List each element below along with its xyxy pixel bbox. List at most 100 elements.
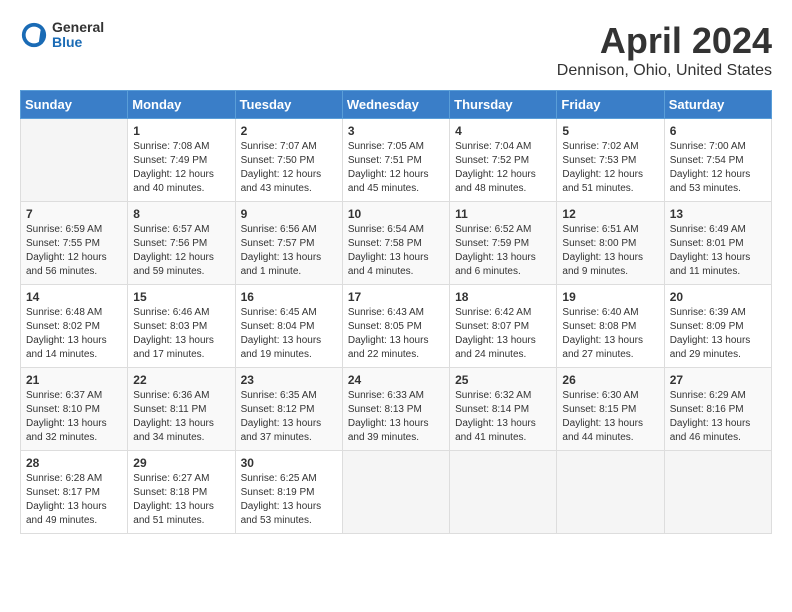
day-info: Sunrise: 6:28 AMSunset: 8:17 PMDaylight:…	[26, 472, 122, 528]
title-block: April 2024 Dennison, Ohio, United States	[557, 20, 772, 80]
day-info: Sunrise: 6:56 AMSunset: 7:57 PMDaylight:…	[241, 223, 337, 279]
calendar-cell: 23 Sunrise: 6:35 AMSunset: 8:12 PMDayligh…	[235, 368, 342, 451]
day-info: Sunrise: 6:57 AMSunset: 7:56 PMDaylight:…	[133, 223, 229, 279]
calendar-cell: 24 Sunrise: 6:33 AMSunset: 8:13 PMDayligh…	[342, 368, 449, 451]
logo-text: General Blue	[52, 20, 104, 51]
day-number: 2	[241, 124, 337, 138]
logo-icon	[20, 21, 48, 49]
calendar-cell: 22 Sunrise: 6:36 AMSunset: 8:11 PMDayligh…	[128, 368, 235, 451]
day-info: Sunrise: 6:51 AMSunset: 8:00 PMDaylight:…	[562, 223, 658, 279]
day-number: 20	[670, 290, 766, 304]
calendar-cell: 2 Sunrise: 7:07 AMSunset: 7:50 PMDaylight…	[235, 119, 342, 202]
day-number: 6	[670, 124, 766, 138]
calendar-cell: 10 Sunrise: 6:54 AMSunset: 7:58 PMDayligh…	[342, 202, 449, 285]
calendar-cell: 9 Sunrise: 6:56 AMSunset: 7:57 PMDaylight…	[235, 202, 342, 285]
day-number: 24	[348, 373, 444, 387]
header-row: SundayMondayTuesdayWednesdayThursdayFrid…	[21, 91, 772, 119]
day-number: 13	[670, 207, 766, 221]
day-info: Sunrise: 6:25 AMSunset: 8:19 PMDaylight:…	[241, 472, 337, 528]
header-day: Sunday	[21, 91, 128, 119]
calendar-cell: 16 Sunrise: 6:45 AMSunset: 8:04 PMDayligh…	[235, 285, 342, 368]
day-info: Sunrise: 7:05 AMSunset: 7:51 PMDaylight:…	[348, 140, 444, 196]
day-number: 25	[455, 373, 551, 387]
day-info: Sunrise: 6:36 AMSunset: 8:11 PMDaylight:…	[133, 389, 229, 445]
day-info: Sunrise: 7:04 AMSunset: 7:52 PMDaylight:…	[455, 140, 551, 196]
logo-blue: Blue	[52, 35, 104, 50]
calendar-cell: 12 Sunrise: 6:51 AMSunset: 8:00 PMDayligh…	[557, 202, 664, 285]
day-number: 4	[455, 124, 551, 138]
day-info: Sunrise: 7:08 AMSunset: 7:49 PMDaylight:…	[133, 140, 229, 196]
day-number: 21	[26, 373, 122, 387]
day-number: 22	[133, 373, 229, 387]
day-number: 28	[26, 456, 122, 470]
day-info: Sunrise: 7:07 AMSunset: 7:50 PMDaylight:…	[241, 140, 337, 196]
day-info: Sunrise: 6:27 AMSunset: 8:18 PMDaylight:…	[133, 472, 229, 528]
day-info: Sunrise: 6:45 AMSunset: 8:04 PMDaylight:…	[241, 306, 337, 362]
day-number: 29	[133, 456, 229, 470]
day-number: 11	[455, 207, 551, 221]
day-info: Sunrise: 7:00 AMSunset: 7:54 PMDaylight:…	[670, 140, 766, 196]
calendar-cell: 30 Sunrise: 6:25 AMSunset: 8:19 PMDayligh…	[235, 451, 342, 534]
day-number: 7	[26, 207, 122, 221]
header-day: Tuesday	[235, 91, 342, 119]
calendar-cell	[664, 451, 771, 534]
day-info: Sunrise: 6:32 AMSunset: 8:14 PMDaylight:…	[455, 389, 551, 445]
calendar-cell: 18Sunrise: 6:42 AMSunset: 8:07 PMDayligh…	[450, 285, 557, 368]
day-number: 17	[348, 290, 444, 304]
calendar-cell: 20 Sunrise: 6:39 AMSunset: 8:09 PMDayligh…	[664, 285, 771, 368]
day-info: Sunrise: 6:33 AMSunset: 8:13 PMDaylight:…	[348, 389, 444, 445]
calendar-cell: 28 Sunrise: 6:28 AMSunset: 8:17 PMDayligh…	[21, 451, 128, 534]
day-number: 1	[133, 124, 229, 138]
calendar-cell: 6 Sunrise: 7:00 AMSunset: 7:54 PMDaylight…	[664, 119, 771, 202]
calendar-cell: 25 Sunrise: 6:32 AMSunset: 8:14 PMDayligh…	[450, 368, 557, 451]
calendar-cell: 26 Sunrise: 6:30 AMSunset: 8:15 PMDayligh…	[557, 368, 664, 451]
calendar-cell: 29 Sunrise: 6:27 AMSunset: 8:18 PMDayligh…	[128, 451, 235, 534]
calendar-week: 1 Sunrise: 7:08 AMSunset: 7:49 PMDaylight…	[21, 119, 772, 202]
calendar-cell: 1 Sunrise: 7:08 AMSunset: 7:49 PMDaylight…	[128, 119, 235, 202]
day-info: Sunrise: 6:54 AMSunset: 7:58 PMDaylight:…	[348, 223, 444, 279]
day-number: 23	[241, 373, 337, 387]
calendar-cell: 7 Sunrise: 6:59 AMSunset: 7:55 PMDaylight…	[21, 202, 128, 285]
page-header: General Blue April 2024 Dennison, Ohio, …	[20, 20, 772, 80]
calendar-week: 7 Sunrise: 6:59 AMSunset: 7:55 PMDaylight…	[21, 202, 772, 285]
day-number: 10	[348, 207, 444, 221]
calendar-cell: 5 Sunrise: 7:02 AMSunset: 7:53 PMDaylight…	[557, 119, 664, 202]
header-day: Saturday	[664, 91, 771, 119]
day-info: Sunrise: 6:30 AMSunset: 8:15 PMDaylight:…	[562, 389, 658, 445]
day-info: Sunrise: 7:02 AMSunset: 7:53 PMDaylight:…	[562, 140, 658, 196]
day-number: 5	[562, 124, 658, 138]
month-year: April 2024	[557, 20, 772, 62]
day-number: 12	[562, 207, 658, 221]
calendar-cell: 27Sunrise: 6:29 AMSunset: 8:16 PMDayligh…	[664, 368, 771, 451]
calendar-cell: 8Sunrise: 6:57 AMSunset: 7:56 PMDaylight…	[128, 202, 235, 285]
day-number: 26	[562, 373, 658, 387]
logo: General Blue	[20, 20, 104, 51]
calendar-cell: 15Sunrise: 6:46 AMSunset: 8:03 PMDayligh…	[128, 285, 235, 368]
day-info: Sunrise: 6:39 AMSunset: 8:09 PMDaylight:…	[670, 306, 766, 362]
calendar-table: SundayMondayTuesdayWednesdayThursdayFrid…	[20, 90, 772, 534]
calendar-cell	[450, 451, 557, 534]
header-day: Friday	[557, 91, 664, 119]
header-day: Wednesday	[342, 91, 449, 119]
calendar-cell: 11 Sunrise: 6:52 AMSunset: 7:59 PMDayligh…	[450, 202, 557, 285]
day-number: 16	[241, 290, 337, 304]
calendar-week: 14Sunrise: 6:48 AMSunset: 8:02 PMDayligh…	[21, 285, 772, 368]
header-day: Monday	[128, 91, 235, 119]
calendar-cell	[21, 119, 128, 202]
day-info: Sunrise: 6:59 AMSunset: 7:55 PMDaylight:…	[26, 223, 122, 279]
day-info: Sunrise: 6:52 AMSunset: 7:59 PMDaylight:…	[455, 223, 551, 279]
calendar-cell	[557, 451, 664, 534]
calendar-week: 28 Sunrise: 6:28 AMSunset: 8:17 PMDayligh…	[21, 451, 772, 534]
header-day: Thursday	[450, 91, 557, 119]
day-number: 9	[241, 207, 337, 221]
calendar-cell: 13Sunrise: 6:49 AMSunset: 8:01 PMDayligh…	[664, 202, 771, 285]
day-number: 30	[241, 456, 337, 470]
day-info: Sunrise: 6:42 AMSunset: 8:07 PMDaylight:…	[455, 306, 551, 362]
calendar-cell: 4 Sunrise: 7:04 AMSunset: 7:52 PMDaylight…	[450, 119, 557, 202]
day-info: Sunrise: 6:43 AMSunset: 8:05 PMDaylight:…	[348, 306, 444, 362]
day-info: Sunrise: 6:37 AMSunset: 8:10 PMDaylight:…	[26, 389, 122, 445]
day-info: Sunrise: 6:46 AMSunset: 8:03 PMDaylight:…	[133, 306, 229, 362]
calendar-cell: 19Sunrise: 6:40 AMSunset: 8:08 PMDayligh…	[557, 285, 664, 368]
day-info: Sunrise: 6:29 AMSunset: 8:16 PMDaylight:…	[670, 389, 766, 445]
day-info: Sunrise: 6:35 AMSunset: 8:12 PMDaylight:…	[241, 389, 337, 445]
